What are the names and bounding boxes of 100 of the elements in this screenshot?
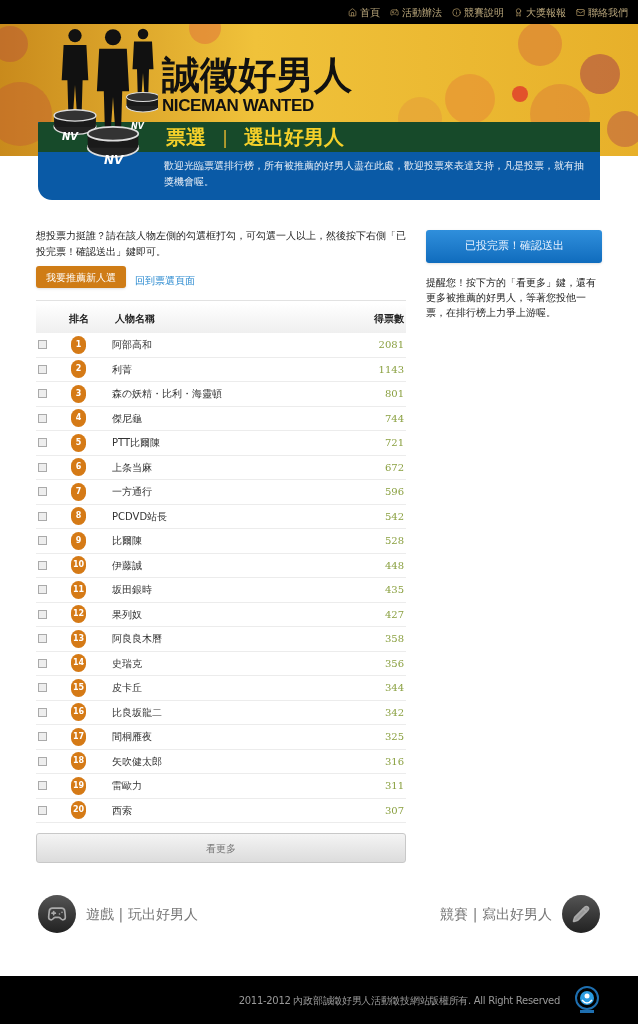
votes-cell-text: 744 bbox=[384, 411, 405, 426]
rank-badge: 1 bbox=[71, 335, 86, 354]
name-cell-text: 比爾陳 bbox=[112, 534, 143, 549]
name-cell-text: 上条当麻 bbox=[112, 460, 153, 475]
rank-badge: 2 bbox=[71, 360, 86, 379]
votes-cell-text: 801 bbox=[384, 387, 405, 402]
checkbox[interactable] bbox=[38, 487, 47, 497]
logo-title: 誠徵好男人 bbox=[162, 54, 352, 96]
nav-link[interactable]: 競賽說明 bbox=[452, 4, 504, 20]
logo-subtitle: NICEMAN WANTED bbox=[162, 96, 315, 116]
section-title: 選出好男人 bbox=[244, 124, 345, 151]
checkbox[interactable] bbox=[38, 364, 47, 374]
more-button[interactable]: 看更多 bbox=[36, 833, 406, 863]
checkbox[interactable] bbox=[38, 609, 47, 619]
rank-badge: 19 bbox=[71, 776, 87, 795]
name-cell-text: 一方通行 bbox=[112, 485, 153, 500]
name-cell-text: 果列奴 bbox=[112, 607, 144, 622]
rank-badge: 12 bbox=[71, 605, 87, 624]
votes-cell-text: 311 bbox=[384, 779, 405, 794]
checkbox[interactable] bbox=[38, 340, 47, 350]
checkbox[interactable] bbox=[38, 389, 47, 399]
seal-icon bbox=[574, 985, 600, 1015]
votes-cell-text: 356 bbox=[384, 656, 405, 671]
votes-cell-text: 325 bbox=[384, 730, 405, 745]
rank-badge: 3 bbox=[71, 384, 86, 403]
rank-badge: 16 bbox=[71, 703, 87, 722]
rank-badge: 15 bbox=[71, 678, 87, 697]
footer-link[interactable]: 競賽 | 寫出好男人 bbox=[440, 903, 552, 925]
copyright-text: 2011-2012 內政部誠徵好男人活動徵技網站版權所有. All Right Reserved bbox=[238, 993, 560, 1008]
rank-badge: 17 bbox=[71, 727, 87, 746]
rank-badge: 6 bbox=[71, 458, 86, 477]
rank-badge: 5 bbox=[71, 433, 86, 452]
nav-link[interactable]: 聯絡我們 bbox=[576, 4, 628, 20]
name-cell-text: PTT比爾陳 bbox=[112, 436, 162, 451]
votes-cell-text: 427 bbox=[384, 607, 405, 622]
name-cell-text: 阿部高和 bbox=[112, 338, 153, 353]
trophy-mark: NV bbox=[104, 152, 124, 169]
votes-cell-text: 2081 bbox=[378, 338, 405, 353]
checkbox[interactable] bbox=[38, 634, 47, 644]
section-divider: | bbox=[222, 125, 229, 150]
submit-button[interactable]: 已投完票！確認送出 bbox=[426, 230, 602, 263]
votes-cell-text: 672 bbox=[384, 460, 405, 475]
name-cell-text: 比良坂龍二 bbox=[112, 705, 164, 720]
name-cell-text: 間桐雁夜 bbox=[112, 730, 154, 745]
checkbox[interactable] bbox=[38, 683, 47, 693]
rank-badge: 4 bbox=[71, 409, 86, 428]
footer-link[interactable]: 遊戲 | 玩出好男人 bbox=[86, 903, 198, 925]
pencil-icon[interactable] bbox=[562, 895, 600, 933]
rank-badge: 18 bbox=[71, 752, 87, 771]
gamepad-icon bbox=[390, 7, 399, 17]
checkbox[interactable] bbox=[38, 805, 47, 815]
checkbox[interactable] bbox=[38, 756, 47, 766]
column-header: 排名 bbox=[69, 311, 90, 326]
checkbox[interactable] bbox=[38, 413, 47, 423]
nav-link[interactable]: 首頁 bbox=[348, 4, 380, 20]
name-cell-text: 傑尼龜 bbox=[112, 411, 143, 426]
trophy-mark: NV bbox=[62, 130, 79, 144]
votes-cell-text: 528 bbox=[384, 534, 405, 549]
rank-badge: 10 bbox=[71, 556, 87, 575]
votes-cell-text: 342 bbox=[384, 705, 405, 720]
rank-badge: 8 bbox=[71, 507, 86, 526]
votes-cell-text: 542 bbox=[384, 509, 405, 524]
checkbox[interactable] bbox=[38, 732, 47, 742]
name-cell-text: 坂田銀時 bbox=[112, 583, 154, 598]
checkbox[interactable] bbox=[38, 707, 47, 717]
intro-text: 想投票力挺誰？請在該人物左側的勾選框打勾，可勾選一人以上，然後按下右側「已投完票！確認送出」鍵即可。 bbox=[36, 229, 406, 259]
votes-cell-text: 448 bbox=[384, 558, 405, 573]
column-header: 人物名稱 bbox=[115, 311, 156, 326]
votes-cell-text: 358 bbox=[384, 632, 405, 647]
recommend-button[interactable]: 我要推薦新人選 bbox=[36, 266, 126, 288]
rank-badge: 14 bbox=[71, 654, 87, 673]
nav-link[interactable]: 大獎報報 bbox=[514, 4, 566, 20]
name-cell-text: 雷歐力 bbox=[112, 779, 144, 794]
banner-description: 歡迎光臨票選排行榜，所有被推薦的好男人盡在此處，歡迎投票來表達支持，凡是投票，就有抽獎機會喔。 bbox=[164, 159, 585, 189]
column-header: 得票數 bbox=[374, 311, 405, 326]
checkbox[interactable] bbox=[38, 462, 47, 472]
home-icon bbox=[348, 7, 357, 17]
votes-cell-text: 307 bbox=[384, 803, 405, 818]
mail-icon bbox=[576, 7, 585, 17]
checkbox[interactable] bbox=[38, 438, 47, 448]
nav-link[interactable]: 活動辦法 bbox=[390, 4, 442, 20]
name-cell-text: 史瑞克 bbox=[112, 656, 144, 671]
back-link[interactable]: 回到票選頁面 bbox=[135, 273, 195, 288]
name-cell-text: 矢吹健太郎 bbox=[112, 754, 164, 769]
checkbox[interactable] bbox=[38, 560, 47, 570]
checkbox[interactable] bbox=[38, 585, 47, 595]
checkbox[interactable] bbox=[38, 511, 47, 521]
checkbox[interactable] bbox=[38, 781, 47, 791]
votes-cell-text: 596 bbox=[384, 485, 405, 500]
votes-cell-text: 435 bbox=[384, 583, 405, 598]
votes-cell-text: 344 bbox=[384, 681, 405, 696]
votes-cell-text: 721 bbox=[384, 436, 405, 451]
reminder-text: 提醒您！按下方的「看更多」鍵，還有更多被推薦的好男人，等著您投他一票，在排行榜上力爭上游喔。 bbox=[426, 276, 597, 320]
name-cell-text: 利菁 bbox=[112, 362, 133, 377]
checkbox[interactable] bbox=[38, 536, 47, 546]
gamepad-icon[interactable] bbox=[38, 895, 76, 933]
checkbox[interactable] bbox=[38, 658, 47, 668]
info-icon bbox=[452, 7, 461, 17]
trophy-mark: NV bbox=[131, 121, 144, 133]
rank-badge: 13 bbox=[71, 629, 87, 648]
